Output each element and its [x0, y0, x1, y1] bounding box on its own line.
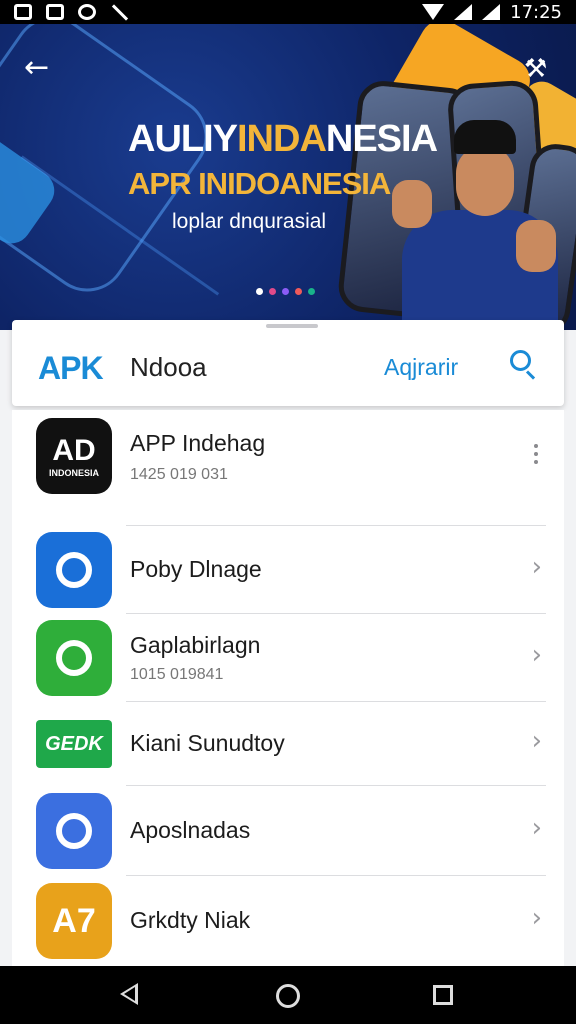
store-name: Ndooa — [130, 352, 207, 382]
app-title: Aposlnadas — [130, 817, 251, 843]
status-bar: 17:25 — [0, 0, 576, 24]
chevron-right-icon[interactable]: › — [532, 552, 542, 582]
app-title: Gaplabirlagn — [130, 632, 261, 658]
list-item[interactable]: AD INDONESIA APP Indehag 1425 019 031 — [12, 414, 564, 526]
app-version: 1015 019841 — [130, 666, 224, 683]
chevron-right-icon[interactable]: › — [532, 813, 542, 843]
wifi-icon — [422, 4, 445, 20]
hero-banner[interactable]: ← ⚒ AULIYINDANESIA APR INIDOANESIA lopla… — [0, 24, 576, 330]
app-title: APP Indehag — [130, 430, 266, 456]
search-icon[interactable] — [508, 348, 540, 380]
carousel-indicator[interactable] — [256, 288, 315, 295]
search-action-link[interactable]: Aqjrarir — [384, 354, 458, 381]
app-icon[interactable]: A7 — [36, 883, 112, 959]
app-title: Poby Dlnage — [130, 556, 262, 582]
list-item[interactable]: Gaplabirlagn 1015 019841 › — [12, 614, 564, 702]
list-item[interactable]: Aposlnadas › — [12, 786, 564, 876]
more-options-icon[interactable] — [534, 444, 538, 468]
app-icon[interactable]: GEDK — [36, 720, 112, 768]
sim-icon — [14, 4, 32, 20]
app-version: 1425 019 031 — [130, 466, 228, 483]
tools-icon[interactable]: ⚒ — [524, 54, 554, 84]
carousel-dot[interactable] — [282, 288, 289, 295]
banner-subtitle: APR INIDOANESIA — [128, 166, 391, 201]
chevron-right-icon[interactable]: › — [532, 903, 542, 933]
chevron-right-icon[interactable]: › — [532, 640, 542, 670]
no-sim-icon — [46, 4, 64, 20]
nav-back-icon[interactable] — [120, 983, 138, 1005]
list-item[interactable]: GEDK Kiani Sunudtoy › — [12, 702, 564, 786]
signal-icon — [454, 4, 473, 20]
list-item[interactable]: Poby Dlnage › — [12, 526, 564, 614]
system-nav-bar — [0, 966, 576, 1024]
app-list: AD INDONESIA APP Indehag 1425 019 031 Poby D… — [12, 410, 564, 966]
nav-recents-icon[interactable] — [433, 985, 453, 1005]
carousel-dot[interactable] — [269, 288, 276, 295]
apk-logo: APK — [38, 350, 104, 386]
record-icon — [78, 4, 96, 20]
carousel-dot[interactable] — [308, 288, 315, 295]
banner-title: AULIYINDANESIA — [128, 118, 438, 160]
app-icon[interactable] — [36, 793, 112, 869]
app-icon[interactable] — [36, 620, 112, 696]
status-time: 17:25 — [510, 1, 562, 23]
app-title: Grkdty Niak — [130, 907, 251, 933]
back-arrow-icon[interactable]: ← — [24, 53, 54, 84]
status-notifications — [14, 4, 128, 20]
banner-tagline: loplar dnqurasial — [172, 210, 327, 233]
signal-2-icon — [482, 4, 501, 20]
app-icon[interactable]: AD INDONESIA — [36, 418, 112, 494]
drag-handle[interactable] — [266, 324, 318, 328]
carousel-dot[interactable] — [295, 288, 302, 295]
carousel-dot[interactable] — [256, 288, 263, 295]
app-title: Kiani Sunudtoy — [130, 730, 285, 756]
chevron-right-icon[interactable]: › — [532, 726, 542, 756]
search-header-card: APK Ndooa Aqjrarir — [12, 320, 564, 406]
app-icon[interactable] — [36, 532, 112, 608]
mute-icon — [110, 4, 128, 20]
list-item[interactable]: A7 Grkdty Niak › — [12, 876, 564, 966]
nav-home-icon[interactable] — [276, 984, 300, 1008]
